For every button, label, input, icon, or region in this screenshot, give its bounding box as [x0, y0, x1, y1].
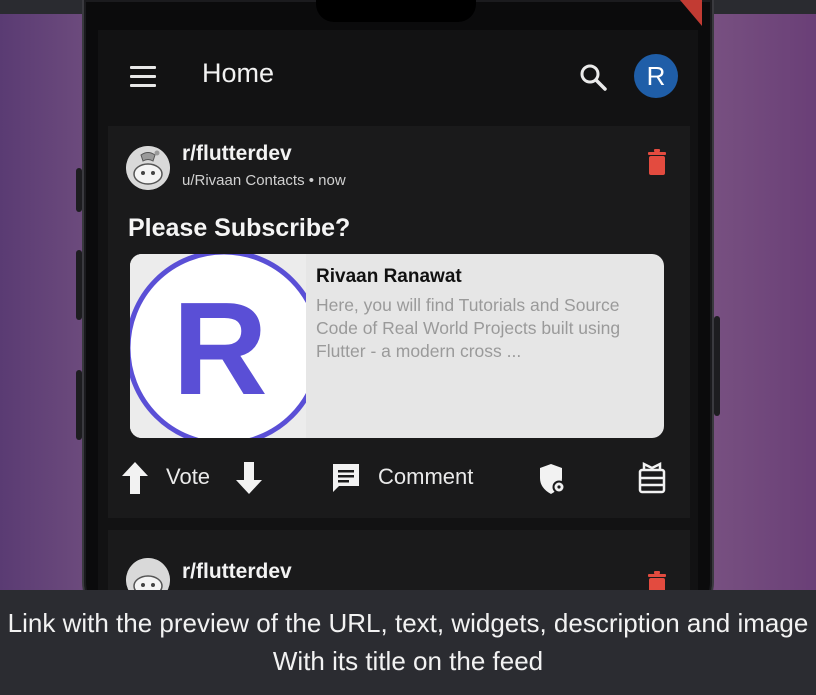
link-preview-image: R: [130, 254, 306, 438]
post-actions: Vote Comment: [108, 456, 690, 500]
phone-side-button: [76, 168, 82, 212]
video-frame: Home R r/flutterdev u/Rivaan Contacts • …: [0, 0, 816, 590]
mod-shield-icon[interactable]: [538, 456, 568, 500]
menu-icon[interactable]: [130, 66, 156, 88]
video-caption: Link with the preview of the URL, text, …: [0, 590, 816, 695]
phone-power-button: [714, 316, 720, 416]
phone-side-button: [76, 250, 82, 320]
subreddit-name[interactable]: r/flutterdev: [182, 560, 292, 584]
link-preview[interactable]: R Rivaan Ranawat Here, you will find Tut…: [130, 254, 664, 438]
corner-accent: [680, 0, 702, 26]
phone-notch: [316, 0, 476, 22]
link-preview-title: Rivaan Ranawat: [316, 266, 462, 287]
phone-frame: Home R r/flutterdev u/Rivaan Contacts • …: [76, 0, 720, 590]
phone-side-button: [76, 370, 82, 440]
post-card[interactable]: r/flutterdev: [108, 530, 690, 590]
search-icon[interactable]: [578, 62, 608, 92]
post-card[interactable]: r/flutterdev u/Rivaan Contacts • now Ple…: [108, 126, 690, 518]
vote-label: Vote: [166, 464, 211, 489]
subreddit-avatar-icon[interactable]: [126, 558, 170, 590]
delete-icon[interactable]: [646, 570, 668, 590]
avatar[interactable]: R: [634, 54, 678, 98]
comment-icon[interactable]: [330, 456, 362, 500]
post-meta: u/Rivaan Contacts • now: [182, 172, 346, 189]
downvote-icon[interactable]: [234, 456, 264, 500]
subreddit-avatar-icon[interactable]: [126, 146, 170, 190]
preview-logo-letter: R: [172, 275, 267, 422]
award-icon[interactable]: [636, 456, 668, 500]
app-screen: Home R r/flutterdev u/Rivaan Contacts • …: [98, 30, 698, 590]
post-title[interactable]: Please Subscribe?: [128, 214, 350, 243]
upvote-icon[interactable]: [120, 456, 150, 500]
subreddit-name[interactable]: r/flutterdev: [182, 142, 292, 166]
page-title: Home: [202, 58, 275, 88]
comment-button[interactable]: Comment: [378, 464, 473, 490]
delete-icon[interactable]: [646, 148, 668, 176]
link-preview-description: Here, you will find Tutorials and Source…: [316, 295, 621, 361]
app-bar: Home R: [98, 30, 698, 126]
